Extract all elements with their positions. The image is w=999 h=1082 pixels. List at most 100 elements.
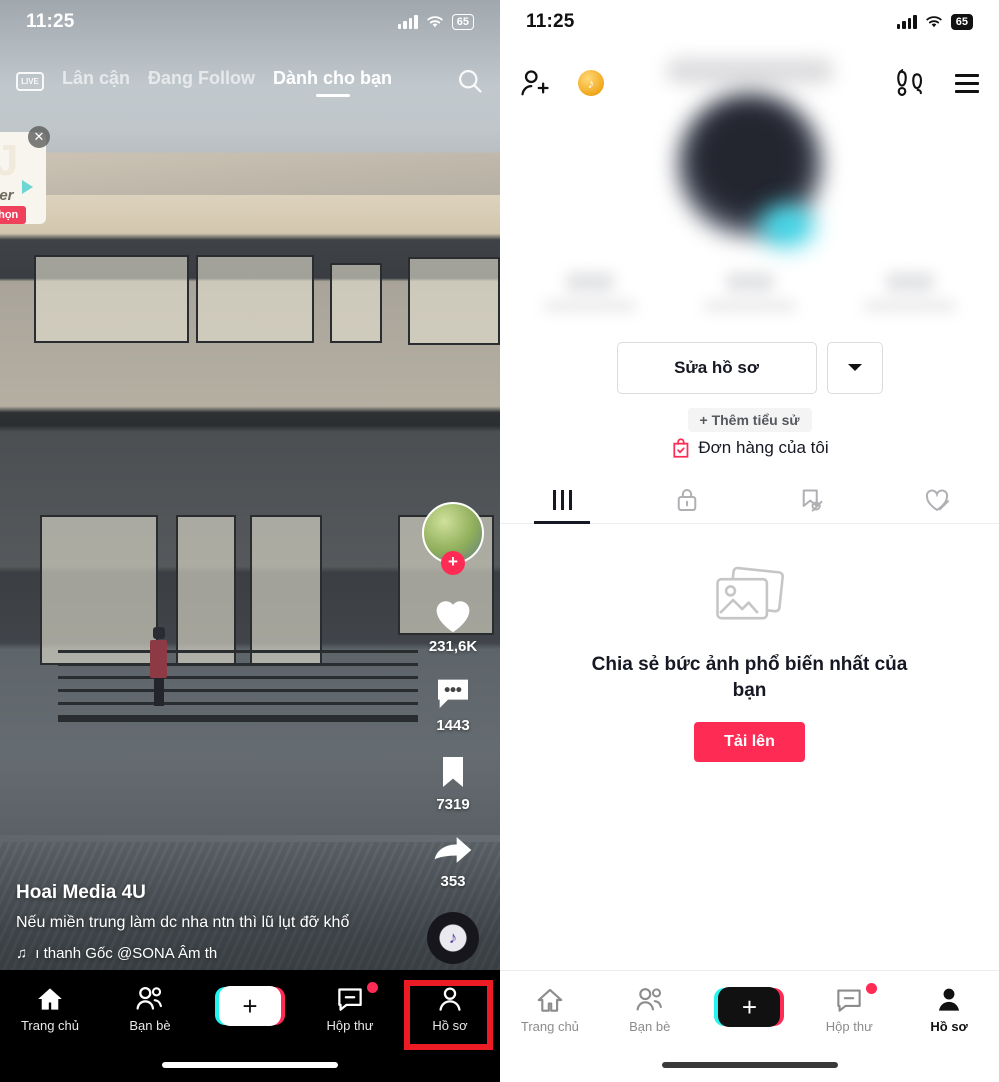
tab-profile-label: Hồ sơ (432, 1018, 468, 1033)
wifi-icon (427, 16, 443, 28)
tab-friends[interactable]: Bạn bè (100, 982, 200, 1033)
friends-icon (136, 987, 162, 1010)
tab-inbox[interactable]: Hộp thư (300, 982, 400, 1033)
tiktok-coin-icon[interactable]: ♪ (578, 70, 604, 96)
tab-create[interactable]: + (200, 982, 300, 1026)
tab-profile[interactable]: Hồ sơ (899, 983, 999, 1034)
profile-icon (939, 988, 960, 1011)
status-time: 11:25 (26, 11, 75, 32)
status-bar: 11:25 65 (500, 0, 999, 44)
empty-state-text: Chia sẻ bức ảnh phổ biến nhất của bạn (591, 654, 908, 701)
my-orders-link[interactable]: Đơn hàng của tôi (670, 437, 829, 459)
feed-tab-for-you[interactable]: Dành cho bạn (273, 68, 392, 95)
inbox-icon (338, 988, 362, 1011)
lock-icon (677, 488, 697, 511)
profile-tab-private[interactable] (625, 476, 750, 523)
avatar-accent-blurred (759, 205, 814, 247)
save-count: 7319 (436, 796, 470, 813)
cellular-signal-icon (397, 14, 418, 29)
search-icon[interactable] (456, 67, 484, 95)
status-time: 11:25 (526, 11, 575, 32)
inbox-badge (866, 983, 878, 994)
bookmark-icon (443, 757, 463, 787)
bottom-tab-bar: Trang chủ Bạn bè + Hộp thư Hồ sơ (500, 970, 999, 1082)
bottom-tab-bar: Trang chủ Bạn bè + Hộp thư Hồ sơ (0, 970, 500, 1082)
tab-profile[interactable]: Hồ sơ (400, 982, 500, 1033)
hamburger-menu-icon[interactable] (955, 73, 979, 93)
inbox-badge (367, 982, 378, 993)
my-orders-label: Đơn hàng của tôi (698, 438, 829, 457)
right-phone-profile: 11:25 65 ♪ Sửa hồ sơ + Thêm tiểu sử Đơn … (500, 0, 999, 1082)
liked-off-icon (925, 488, 949, 511)
repost-off-icon (802, 489, 823, 512)
like-button[interactable]: 231,6K (429, 594, 477, 655)
video-caption-block: Hoai Media 4U Nếu miền trung làm dc nha … (16, 882, 406, 962)
profile-tab-reposts[interactable] (750, 476, 875, 523)
home-indicator (661, 1062, 838, 1068)
save-button[interactable]: 7319 (431, 752, 475, 813)
feed-tab-following[interactable]: Đang Follow (148, 68, 255, 95)
live-icon[interactable]: LIVE (16, 71, 44, 91)
profile-tab-videos[interactable] (500, 476, 625, 523)
tab-home-label: Trang chủ (20, 1018, 80, 1033)
play-triangle-icon (22, 180, 33, 194)
ad-overlay[interactable]: J ster chọn ✕ (0, 126, 50, 224)
video-description: Nếu miền trung làm dc nha ntn thì lũ lụt… (16, 914, 350, 932)
tab-friends-label: Bạn bè (129, 1018, 171, 1033)
close-icon[interactable]: ✕ (28, 126, 50, 148)
add-person-icon[interactable] (520, 69, 550, 97)
share-icon (434, 837, 472, 863)
tab-inbox[interactable]: Hộp thư (799, 983, 899, 1034)
profile-action-buttons: Sửa hồ sơ (500, 342, 999, 394)
video-music-row[interactable]: ♫ ı thanh Gốc @SONA Âm th (16, 945, 406, 962)
home-indicator (162, 1062, 338, 1068)
ad-logo: J (0, 136, 19, 185)
music-disc-icon[interactable]: ♪ (427, 912, 479, 964)
tab-inbox-label: Hộp thư (825, 1019, 873, 1034)
tab-inbox-label: Hộp thư (326, 1018, 374, 1033)
profile-more-button[interactable] (826, 342, 883, 394)
video-author-name[interactable]: Hoai Media 4U (16, 882, 406, 904)
feed-tab-nearby[interactable]: Lân cận (62, 68, 130, 95)
cellular-signal-icon (896, 14, 917, 29)
share-count: 353 (440, 873, 466, 890)
tab-home[interactable]: Trang chủ (0, 982, 100, 1033)
person-on-balcony (150, 627, 168, 707)
empty-state: Chia sẻ bức ảnh phổ biến nhất của bạn Tả… (500, 566, 999, 762)
friends-icon (636, 988, 662, 1011)
profile-tab-liked[interactable] (874, 476, 999, 523)
tab-friends[interactable]: Bạn bè (600, 983, 700, 1034)
tab-home[interactable]: Trang chủ (500, 983, 600, 1034)
music-title: ı thanh Gốc @SONA Âm th (35, 945, 218, 962)
video-action-rail: + 231,6K 1443 7319 353 ♪ (416, 502, 490, 964)
shopping-bag-icon (672, 438, 688, 458)
profile-content-tabs (500, 476, 999, 524)
add-bio-button[interactable]: + Thêm tiểu sử (687, 408, 812, 432)
heart-icon (436, 601, 470, 633)
create-icon: + (219, 986, 281, 1026)
author-avatar[interactable]: + (422, 502, 484, 575)
comment-button[interactable]: 1443 (431, 673, 475, 734)
home-icon (38, 988, 62, 1010)
status-bar: 11:25 65 (0, 0, 500, 44)
ad-text: ster (0, 187, 14, 204)
tab-create[interactable]: + (700, 983, 800, 1027)
share-button[interactable]: 353 (431, 831, 475, 890)
follow-plus-icon[interactable]: + (441, 551, 465, 575)
ad-cta-button[interactable]: chọn (0, 206, 27, 224)
chevron-down-icon (847, 364, 862, 371)
feed-top-nav: LIVE Lân cận Đang Follow Dành cho bạn (0, 58, 500, 104)
profile-header: ♪ (500, 52, 999, 114)
live-label: LIVE (16, 71, 44, 91)
upload-button[interactable]: Tải lên (694, 721, 805, 762)
tab-home-label: Trang chủ (520, 1019, 579, 1034)
footprint-icon[interactable] (895, 68, 929, 98)
comment-count: 1443 (436, 717, 470, 734)
comment-icon (438, 679, 468, 708)
profile-stats-blurred (500, 272, 999, 334)
home-icon (537, 988, 563, 1012)
tab-profile-label: Hồ sơ (930, 1019, 968, 1034)
like-count: 231,6K (428, 638, 478, 655)
music-note-icon: ♫ (16, 945, 28, 962)
edit-profile-button[interactable]: Sửa hồ sơ (616, 342, 817, 394)
